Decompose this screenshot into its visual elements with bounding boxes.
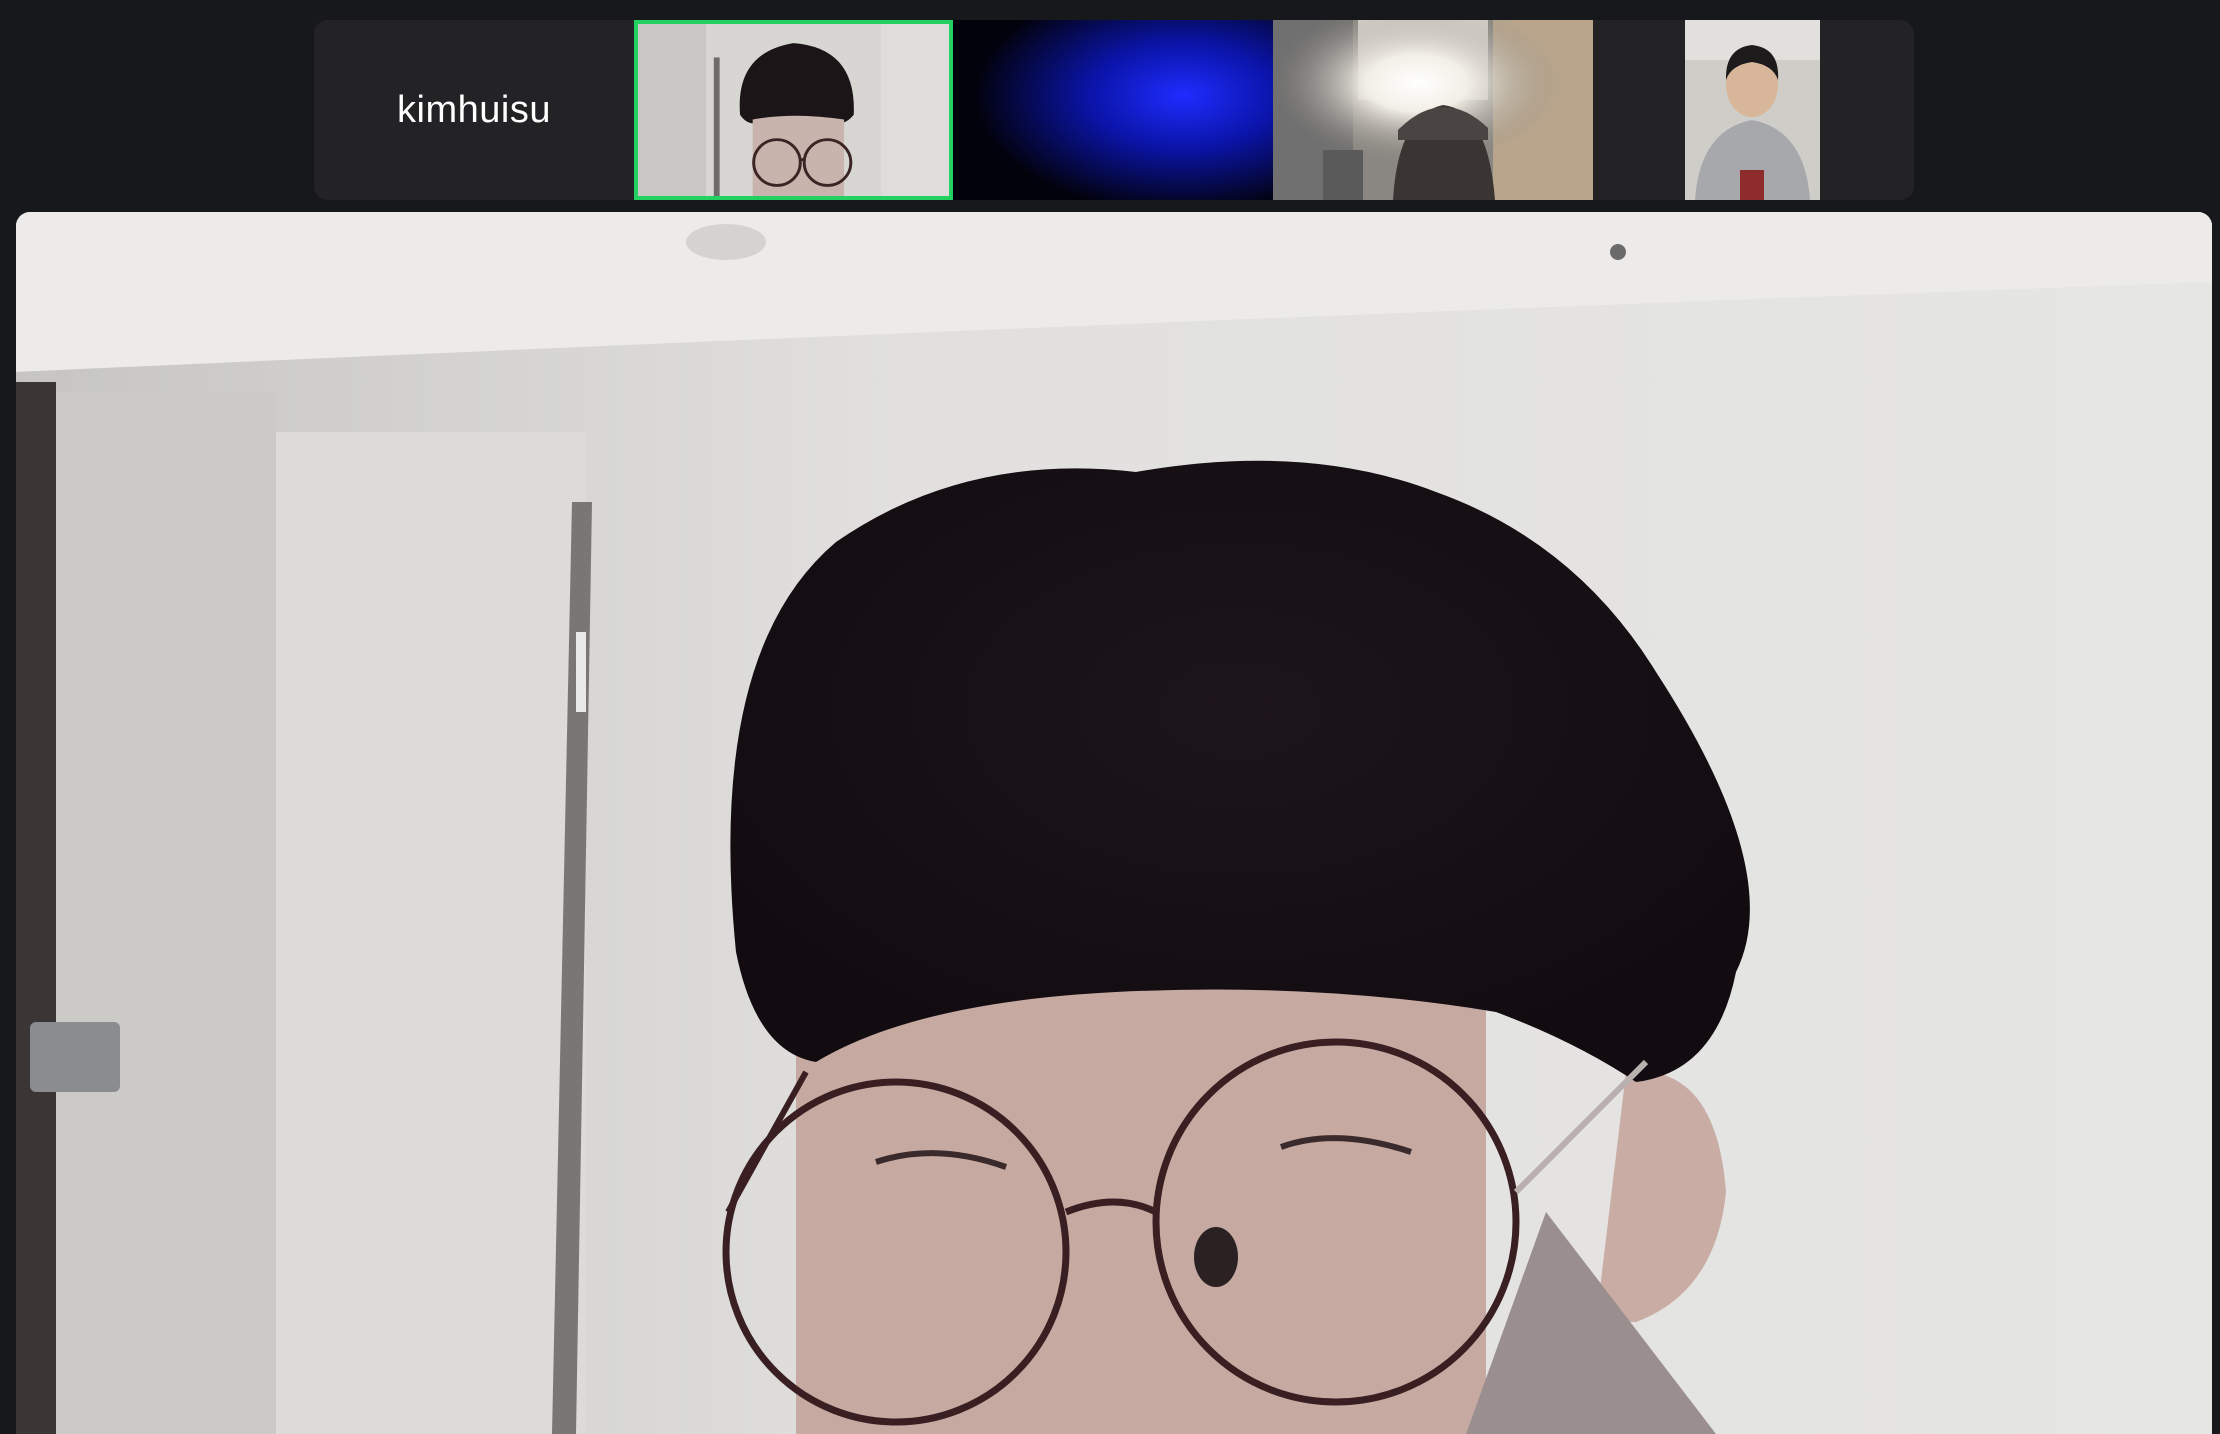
- participant-tile-blue-video[interactable]: [953, 20, 1273, 200]
- participant-tile-hoodie[interactable]: [1593, 20, 1914, 200]
- active-speaker-video: [16, 212, 2212, 1434]
- participant-video-thumbnail: [1273, 20, 1593, 200]
- participant-video-thumbnail: [638, 24, 949, 196]
- participant-tile-active-speaker[interactable]: [634, 20, 953, 200]
- participant-name-label: kimhuisu: [397, 88, 551, 131]
- participant-tile-kimhuisu[interactable]: kimhuisu: [314, 20, 634, 200]
- participant-strip: kimhuisu: [314, 20, 1914, 200]
- participant-video-thumbnail: [1685, 20, 1820, 200]
- speaker-video-icon: [16, 212, 2212, 1434]
- participant-tile-room-video[interactable]: [1273, 20, 1593, 200]
- participant-video-thumbnail: [953, 20, 1273, 200]
